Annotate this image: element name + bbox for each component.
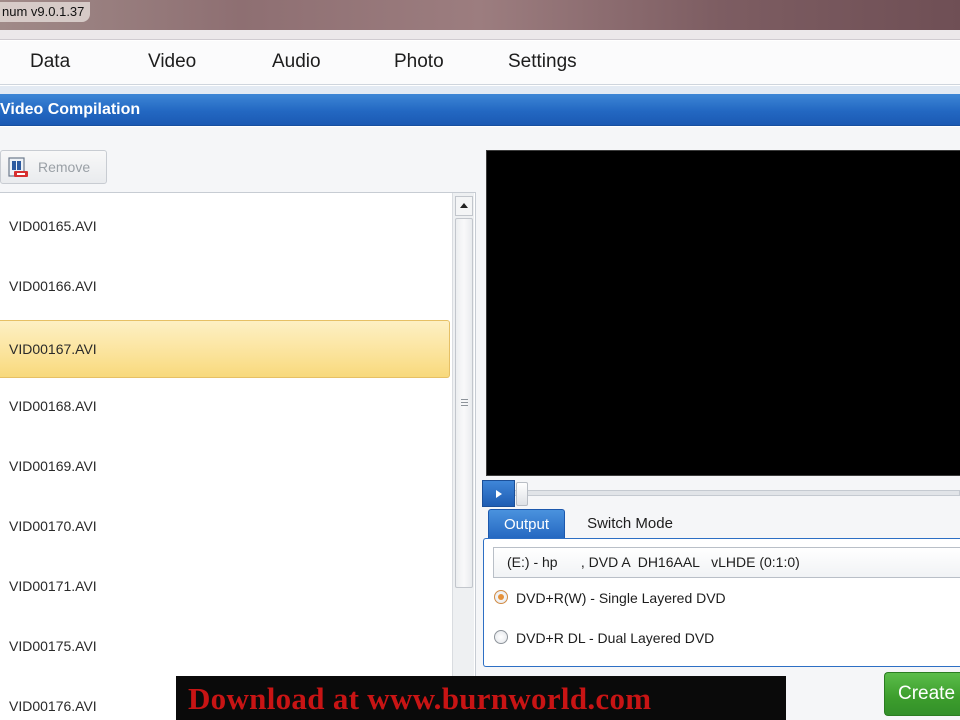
video-preview [486, 150, 960, 476]
drive-select[interactable]: (E:) - hp , DVD A DH16AAL vLHDE (0:1:0) [493, 547, 960, 578]
list-item-selected[interactable]: VID00167.AVI [0, 320, 450, 378]
file-list-scrollbar[interactable] [452, 193, 474, 720]
list-item[interactable]: VID00170.AVI [0, 497, 450, 555]
media-option-label: DVD+R DL - Dual Layered DVD [516, 630, 715, 646]
media-option-label: DVD+R(W) - Single Layered DVD [516, 590, 726, 606]
remove-button[interactable]: Remove [0, 150, 107, 184]
menu-audio[interactable]: Audio [272, 41, 321, 85]
list-item[interactable]: VID00168.AVI [0, 377, 450, 435]
list-item[interactable]: VID00166.AVI [0, 257, 450, 315]
menu-video[interactable]: Video [148, 41, 196, 85]
playback-bar [482, 480, 960, 508]
output-panel: (E:) - hp , DVD A DH16AAL vLHDE (0:1:0) … [483, 538, 960, 667]
menu-bar: Data Video Audio Photo Settings [0, 41, 960, 85]
list-item[interactable]: VID00175.AVI [0, 617, 450, 675]
menu-photo[interactable]: Photo [394, 41, 444, 85]
watermark-text: Download at www.burnworld.com [188, 681, 652, 716]
scroll-thumb[interactable] [455, 218, 473, 588]
menu-settings[interactable]: Settings [508, 41, 577, 85]
watermark-banner: Download at www.burnworld.com [176, 676, 786, 720]
menu-divider [0, 86, 960, 94]
seek-track[interactable] [515, 490, 960, 496]
radio-unselected[interactable] [494, 630, 508, 644]
file-list: VID00165.AVI VID00166.AVI VID00167.AVI V… [0, 192, 476, 720]
radio-selected[interactable] [494, 590, 508, 604]
scroll-up-button[interactable] [455, 196, 473, 216]
section-header: Video Compilation [0, 94, 960, 126]
tab-output[interactable]: Output [488, 509, 565, 539]
section-title: Video Compilation [0, 101, 141, 118]
list-item[interactable]: VID00171.AVI [0, 557, 450, 615]
title-bar: num v9.0.1.37 [0, 0, 960, 30]
list-item[interactable]: VID00165.AVI [0, 197, 450, 255]
remove-button-label: Remove [38, 159, 91, 175]
main-area: Remove VID00165.AVI VID00166.AVI VID0016… [0, 127, 960, 720]
play-button[interactable] [482, 480, 515, 507]
title-bar-separator [0, 30, 960, 40]
window-title: num v9.0.1.37 [0, 2, 91, 22]
remove-icon [8, 157, 28, 177]
list-item[interactable]: VID00169.AVI [0, 437, 450, 495]
menu-data[interactable]: Data [30, 41, 70, 85]
tab-switch-mode[interactable]: Switch Mode [574, 509, 686, 539]
create-button[interactable]: Create [884, 672, 960, 716]
seek-slider-thumb[interactable] [516, 482, 528, 506]
grip-icon [461, 399, 468, 407]
